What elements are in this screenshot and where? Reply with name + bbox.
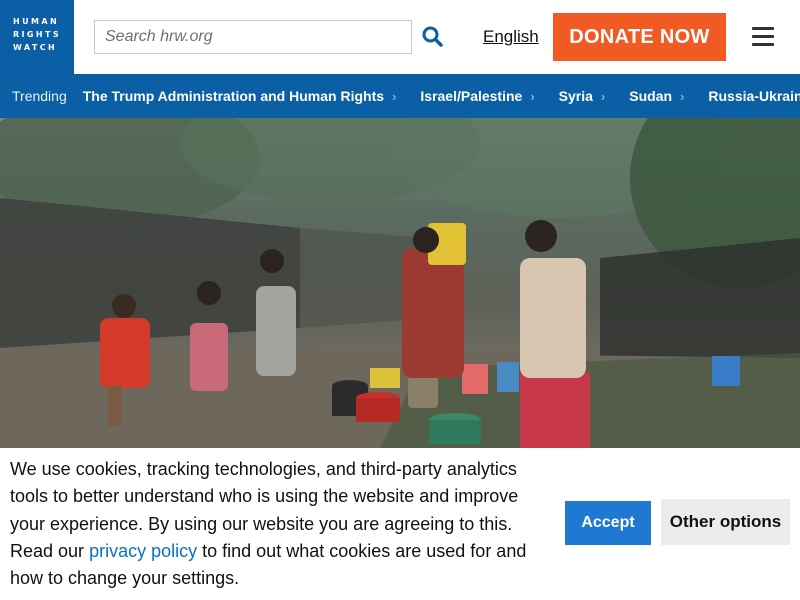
cookie-text-after: to find out what cookies are used for an… — [10, 540, 527, 589]
trending-item-label: The Trump Administration and Human Right… — [82, 88, 385, 104]
logo-line-3: WATCH — [13, 43, 58, 52]
chevron-right-icon: › — [680, 88, 685, 104]
trending-item-label: Sudan — [629, 88, 673, 104]
trending-item-label: Russia-Ukraine War — [708, 88, 800, 104]
hero-photo — [0, 118, 800, 448]
trending-item-syria[interactable]: Syria › — [559, 88, 606, 104]
accept-cookies-button[interactable]: Accept — [565, 501, 651, 545]
cookie-banner: We use cookies, tracking technologies, a… — [0, 448, 800, 600]
chevron-right-icon: › — [530, 88, 535, 104]
privacy-policy-link[interactable]: privacy policy — [89, 541, 197, 561]
trending-item-sudan[interactable]: Sudan › — [629, 88, 684, 104]
hero-photo-illustration — [0, 118, 800, 448]
search-input[interactable] — [94, 20, 412, 54]
search-icon — [422, 26, 443, 47]
site-header: HUMAN RIGHTS WATCH English DONATE NOW — [0, 0, 800, 74]
hrw-logo[interactable]: HUMAN RIGHTS WATCH — [0, 0, 74, 74]
cookie-message: We use cookies, tracking technologies, a… — [10, 456, 558, 592]
search-button[interactable] — [420, 24, 446, 50]
chevron-right-icon: › — [600, 88, 606, 104]
trending-item-label: Israel/Palestine — [420, 88, 523, 104]
logo-line-1: HUMAN — [13, 17, 60, 26]
trending-item-label: Syria — [558, 88, 593, 104]
trending-label: Trending — [12, 88, 67, 104]
logo-line-2: RIGHTS — [13, 30, 62, 39]
trending-item-israel-palestine[interactable]: Israel/Palestine › — [420, 88, 534, 104]
other-options-button[interactable]: Other options — [661, 499, 790, 545]
menu-button[interactable] — [752, 27, 774, 47]
trending-item-russia-ukraine-war[interactable]: Russia-Ukraine War › — [708, 88, 800, 104]
trending-bar: Trending The Trump Administration and Hu… — [0, 74, 800, 118]
chevron-right-icon: › — [392, 88, 397, 104]
donate-button[interactable]: DONATE NOW — [553, 13, 726, 61]
language-link[interactable]: English — [483, 27, 539, 47]
hamburger-menu-icon — [752, 27, 774, 46]
trending-item-trump-administration[interactable]: The Trump Administration and Human Right… — [83, 88, 397, 104]
